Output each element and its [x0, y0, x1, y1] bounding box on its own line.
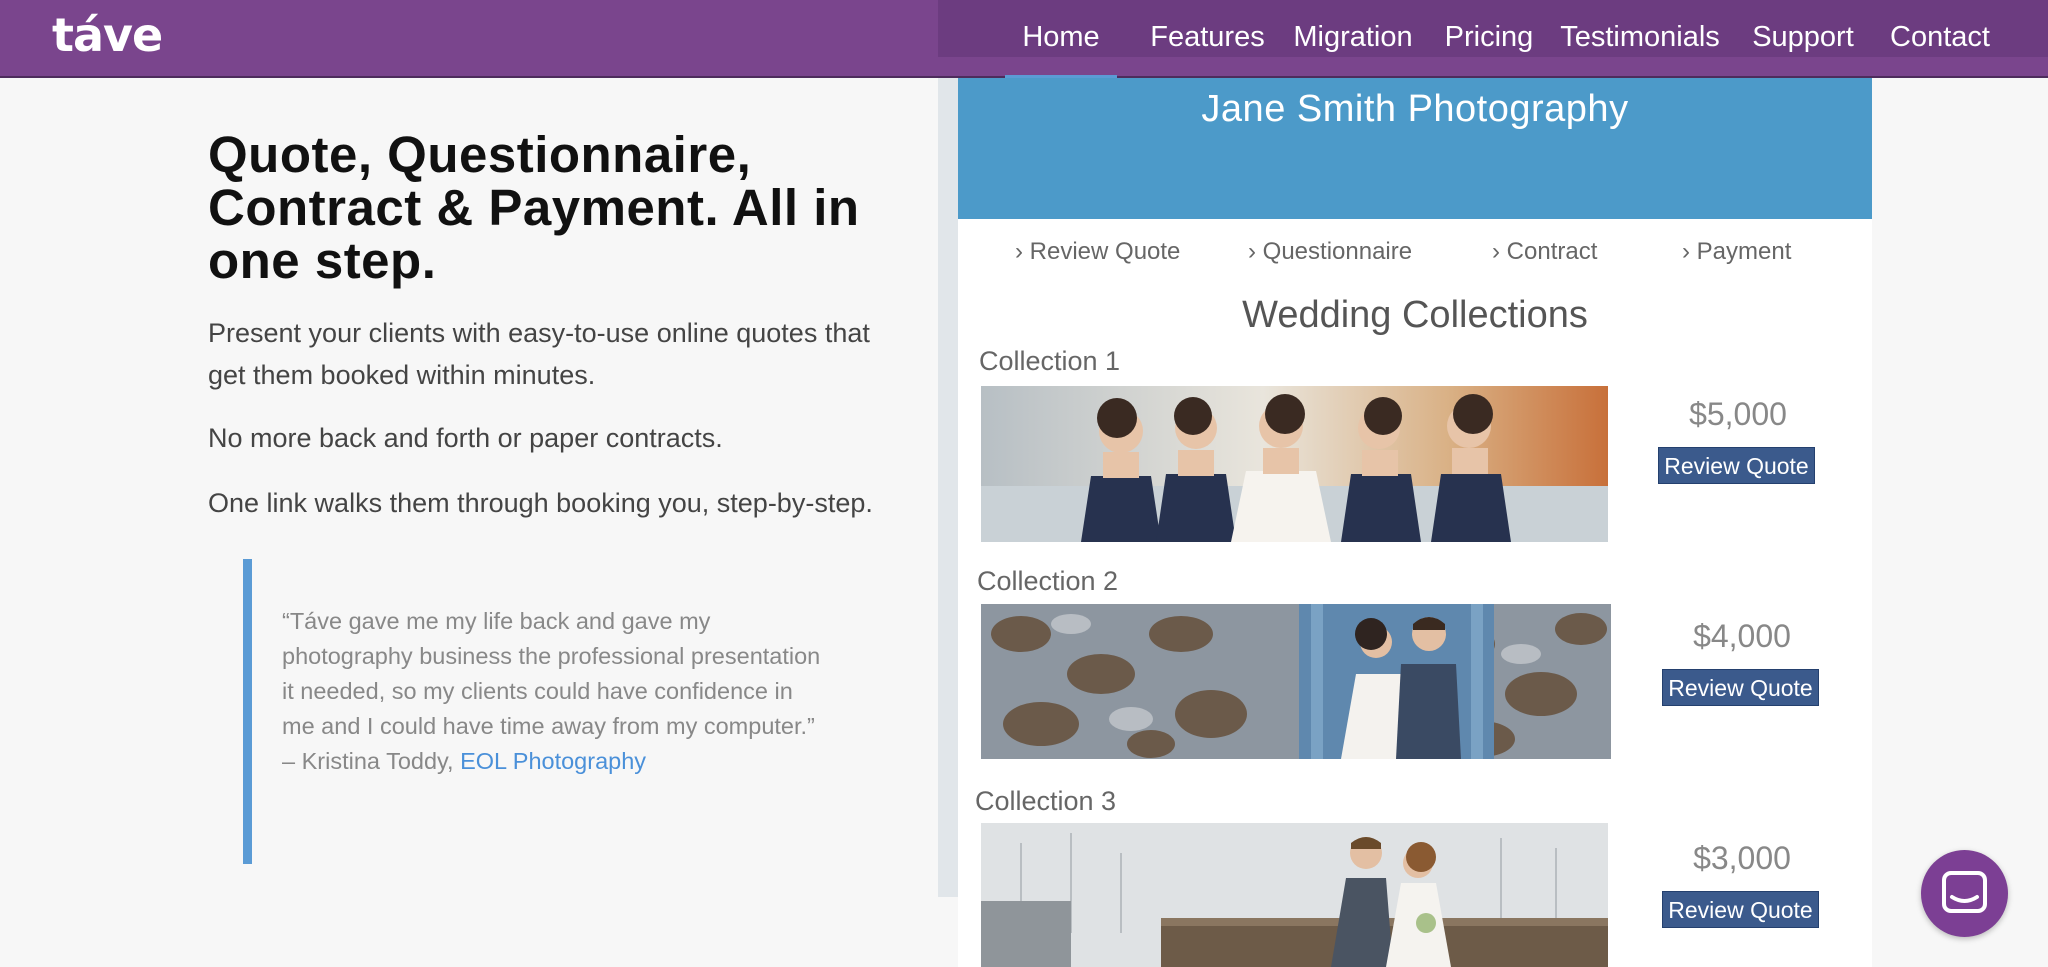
- quote-mockup-panel: Jane Smith Photography › Review Quote › …: [958, 78, 1872, 967]
- studio-banner: Jane Smith Photography: [958, 78, 1872, 219]
- bride-with-bridesmaids-photo: [981, 386, 1608, 542]
- hero-paragraph-3: One link walks them through booking you,…: [208, 488, 873, 518]
- couple-stone-wall-photo: [981, 604, 1611, 759]
- nav-contact[interactable]: Contact: [1886, 0, 1994, 78]
- chat-launcher-button[interactable]: [1921, 850, 2008, 937]
- tave-logo[interactable]: táve: [52, 8, 163, 62]
- collection-2-label: Collection 2: [977, 566, 1119, 596]
- collection-3-label: Collection 3: [975, 786, 1117, 816]
- collection-1-review-quote-button[interactable]: Review Quote: [1658, 447, 1815, 484]
- testimonial-link[interactable]: EOL Photography: [460, 748, 646, 774]
- nav-home[interactable]: Home: [1005, 0, 1117, 78]
- quote-accent-bar: [243, 559, 252, 864]
- hero-paragraph-2: No more back and forth or paper contract…: [208, 423, 723, 453]
- collection-3-review-quote-button[interactable]: Review Quote: [1662, 891, 1819, 928]
- collection-2-price: $4,000: [1693, 618, 1791, 654]
- step-payment[interactable]: › Payment: [1682, 238, 1791, 266]
- studio-name: Jane Smith Photography: [1201, 88, 1629, 130]
- hero-headline: Quote, Questionnaire, Contract & Payment…: [208, 126, 860, 289]
- nav-migration[interactable]: Migration: [1276, 0, 1430, 78]
- collection-3-price: $3,000: [1693, 840, 1791, 876]
- collection-2-review-quote-button[interactable]: Review Quote: [1662, 669, 1819, 706]
- step-questionnaire[interactable]: › Questionnaire: [1248, 238, 1412, 266]
- chat-icon: [1942, 871, 1987, 913]
- nav-pricing[interactable]: Pricing: [1436, 0, 1542, 78]
- step-contract[interactable]: › Contract: [1492, 238, 1597, 266]
- nav-testimonials[interactable]: Testimonials: [1556, 0, 1724, 78]
- testimonial-quote: “Táve gave me my life back and gave my p…: [282, 604, 822, 779]
- collections-heading: Wedding Collections: [1242, 294, 1588, 336]
- top-navigation-bar: táve Home Features Migration Pricing Tes…: [0, 0, 2048, 78]
- couple-marina-photo: [981, 823, 1608, 967]
- step-review-quote[interactable]: › Review Quote: [1015, 238, 1180, 266]
- collection-1-label: Collection 1: [979, 346, 1121, 376]
- nav-features[interactable]: Features: [1129, 0, 1286, 78]
- nav-support[interactable]: Support: [1748, 0, 1858, 78]
- hero-paragraph-1: Present your clients with easy-to-use on…: [208, 318, 870, 390]
- collection-1-price: $5,000: [1689, 396, 1787, 432]
